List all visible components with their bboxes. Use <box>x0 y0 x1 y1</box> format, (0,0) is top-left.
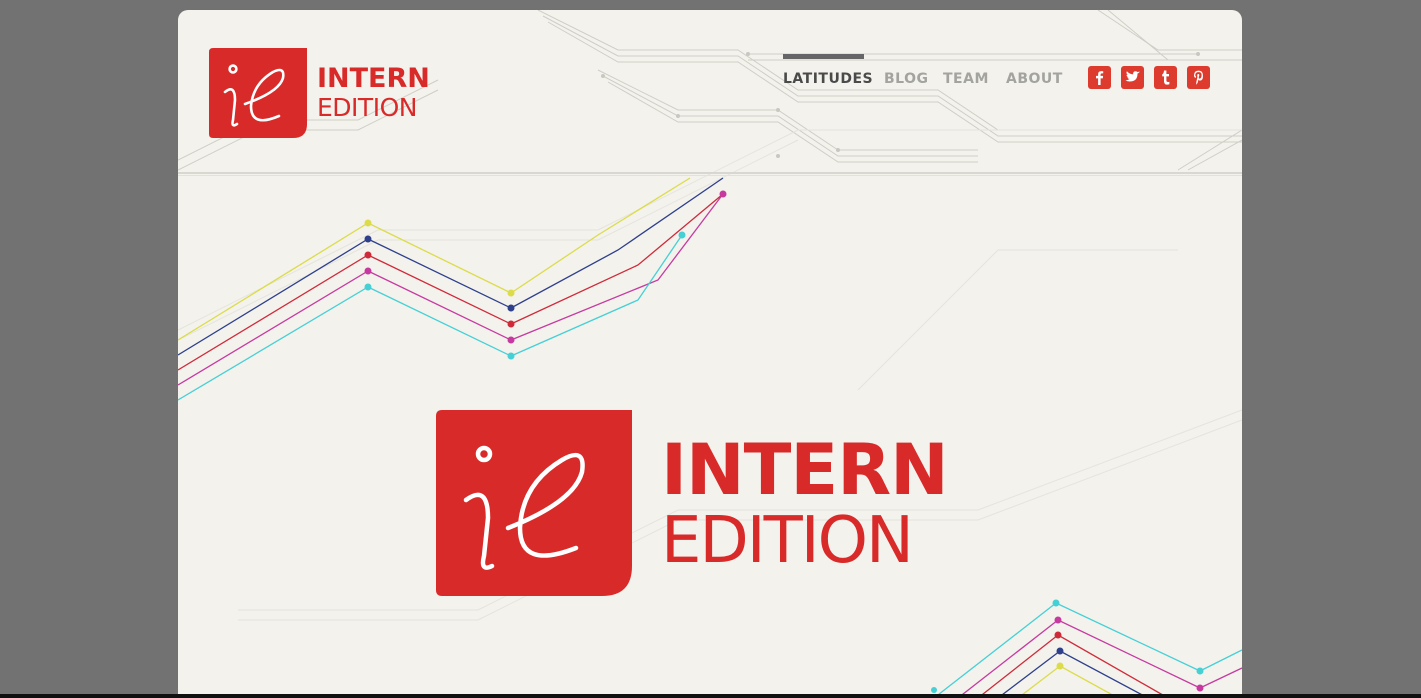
nav-item-team[interactable]: TEAM <box>943 71 989 87</box>
ie-logo-icon[interactable] <box>209 48 307 138</box>
hero-line2: EDITION <box>661 504 914 578</box>
pinterest-icon[interactable] <box>1187 66 1210 89</box>
nav-active-indicator <box>783 54 864 59</box>
brand-wordmark[interactable]: INTERN EDITION <box>317 65 430 120</box>
hero-line1: INTERN <box>661 429 949 511</box>
nav-item-blog[interactable]: BLOG <box>884 71 929 87</box>
nav-item-about[interactable]: ABOUT <box>1006 71 1063 87</box>
twitter-icon[interactable] <box>1121 66 1144 89</box>
tumblr-icon[interactable] <box>1154 66 1177 89</box>
bottom-bar <box>0 694 1421 698</box>
brand-line1: INTERN <box>317 63 430 94</box>
hero-wordmark: INTERN EDITION <box>661 429 949 578</box>
site-header: INTERN EDITION LATITUDES BLOG TEAM ABOUT <box>178 10 1242 174</box>
page: INTERN EDITION LATITUDES BLOG TEAM ABOUT <box>178 10 1242 698</box>
facebook-icon[interactable] <box>1088 66 1111 89</box>
nav-item-latitudes[interactable]: LATITUDES <box>783 71 873 87</box>
hero-ie-logo-icon <box>436 410 632 596</box>
brand-line2: EDITION <box>317 93 417 122</box>
header-divider <box>178 175 1242 176</box>
